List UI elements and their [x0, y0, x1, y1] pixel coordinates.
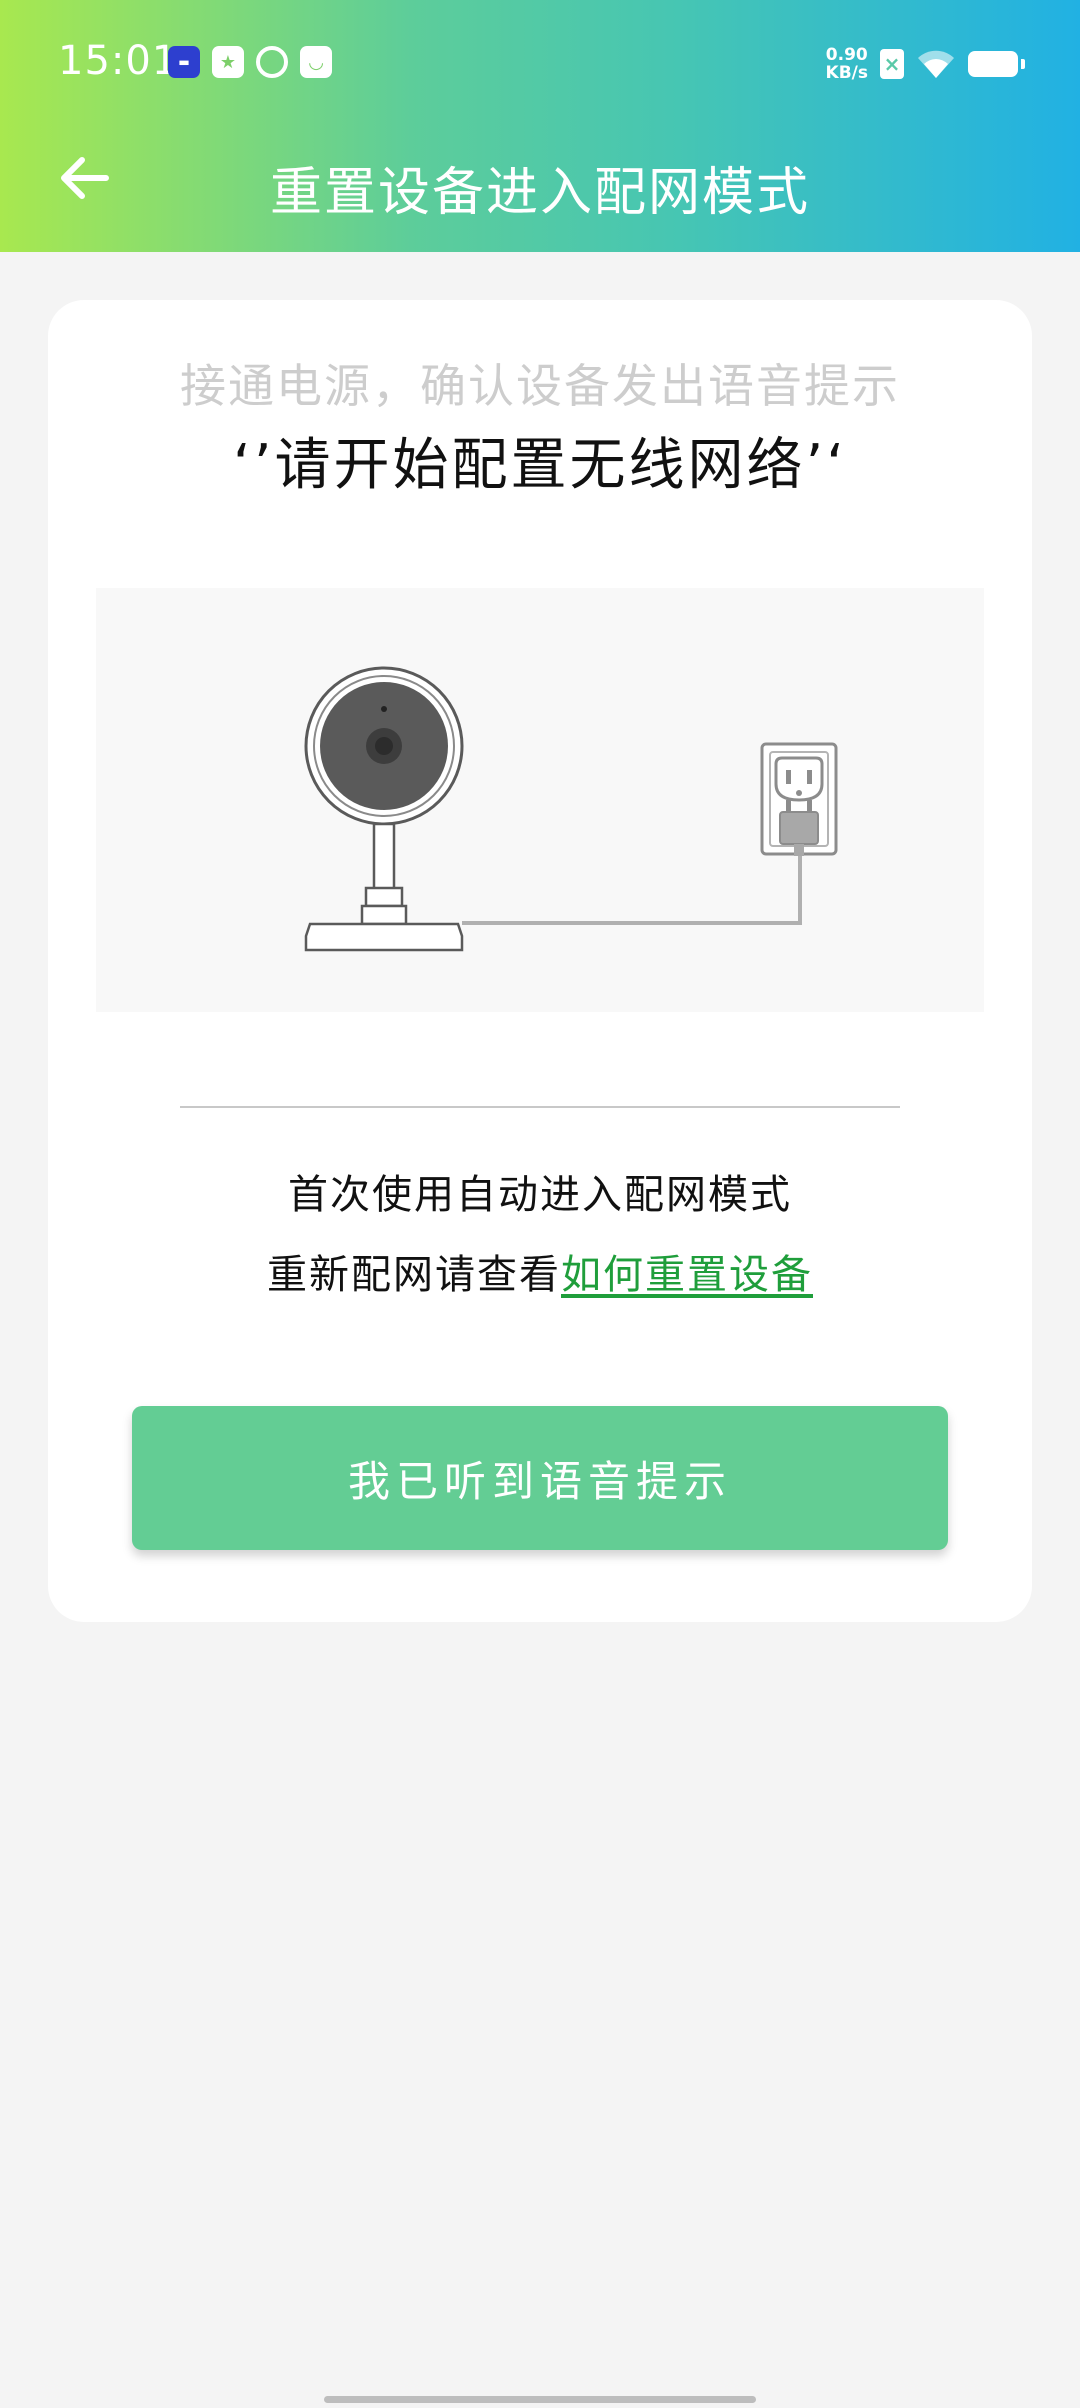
- header: 15:01 ▬ ★ ◡ 0.90 KB/s × 重置设备进入配网模式: [0, 0, 1080, 252]
- first-use-info: 首次使用自动进入配网模式: [288, 1172, 792, 1218]
- sim-icon: ×: [880, 49, 904, 79]
- network-speed: 0.90 KB/s: [826, 46, 868, 82]
- instruction-card: 接通电源，确认设备发出语音提示 ‘’请开始配置无线网络’‘ 首次使用自动进入配网…: [48, 300, 1032, 1622]
- instruction-voice-prompt: ‘’请开始配置无线网络’‘: [232, 433, 848, 498]
- network-speed-value: 0.90: [825, 45, 868, 65]
- battery-icon: [968, 51, 1025, 77]
- network-speed-unit: KB/s: [825, 63, 868, 83]
- reconfigure-info: 重新配网请查看如何重置设备: [48, 1242, 1032, 1300]
- home-indicator[interactable]: [324, 2396, 756, 2403]
- notification-icons: ▬ ★ ◡: [168, 46, 332, 80]
- news-app-icon: ▬: [168, 46, 200, 78]
- wifi-icon: [918, 50, 954, 78]
- device-illustration: [96, 588, 984, 1012]
- reconfigure-info-text: 重新配网请查看: [267, 1252, 561, 1298]
- app-bar: 重置设备进入配网模式: [0, 126, 1080, 252]
- status-bar: 15:01 ▬ ★ ◡ 0.90 KB/s ×: [0, 0, 1080, 126]
- mail-app-icon: ◡: [300, 46, 332, 78]
- instruction-subtitle: 接通电源，确认设备发出语音提示: [180, 359, 900, 413]
- star-message-icon: ★: [212, 46, 244, 78]
- system-icons: 0.90 KB/s ×: [826, 40, 1025, 88]
- how-to-reset-link[interactable]: 如何重置设备: [561, 1252, 813, 1298]
- divider: [180, 1106, 900, 1108]
- leaf-app-icon: [256, 46, 288, 78]
- heard-voice-prompt-button[interactable]: 我已听到语音提示: [132, 1406, 948, 1550]
- page-title: 重置设备进入配网模式: [269, 163, 810, 223]
- status-time: 15:01: [58, 38, 179, 84]
- camera-plugged-into-outlet-illustration: [304, 666, 838, 952]
